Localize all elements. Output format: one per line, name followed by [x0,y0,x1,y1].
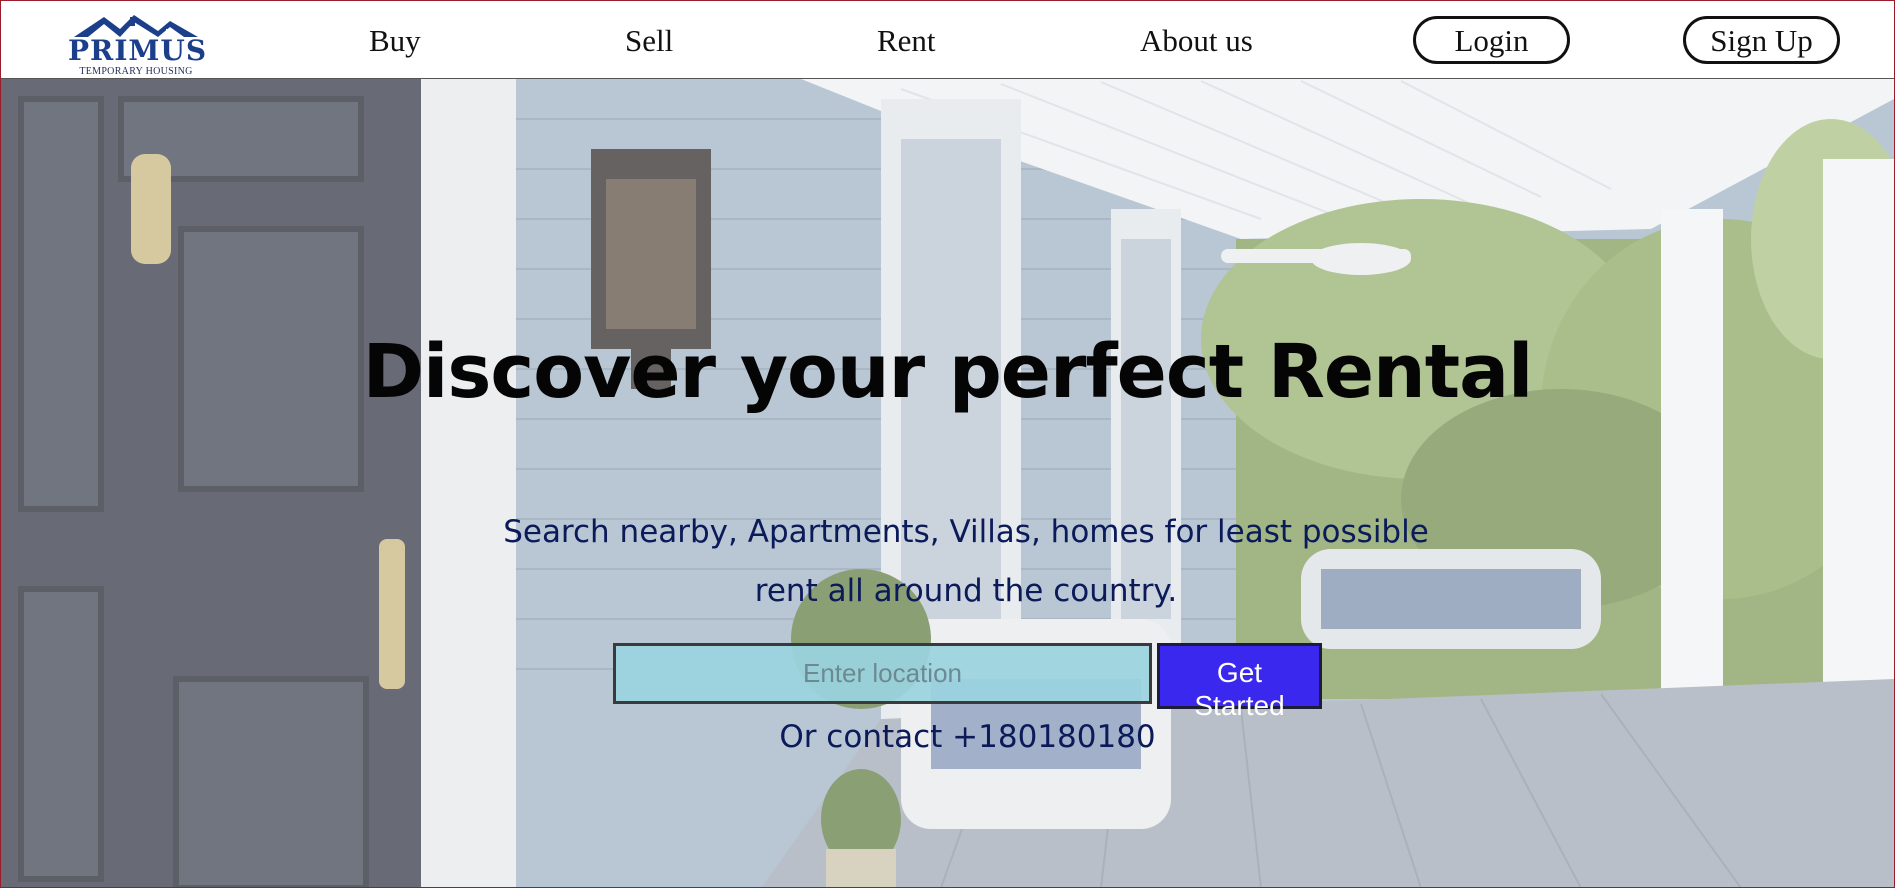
contact-phone: Or contact +180180180 [779,719,1156,755]
hero-subtitle-line-2: rent all around the country. [754,573,1178,609]
hero-overlay [1,79,1894,887]
nav-link-rent[interactable]: Rent [877,21,936,61]
nav-link-about-us[interactable]: About us [1140,21,1253,61]
hero-section: Discover your perfect Rental Search near… [1,79,1894,887]
hero-title: Discover your perfect Rental [362,329,1534,415]
logo-tagline: TEMPORARY HOUSING [79,66,193,77]
nav-link-buy[interactable]: Buy [369,21,421,61]
page-frame: PRIMUS TEMPORARY HOUSING Buy Sell Rent A… [0,0,1895,888]
nav-link-sell[interactable]: Sell [625,21,673,61]
hero-subtitle: Search nearby, Apartments, Villas, homes… [491,503,1441,621]
hero-subtitle-line-1: Search nearby, Apartments, Villas, homes… [503,514,1429,550]
signup-button[interactable]: Sign Up [1683,16,1840,64]
location-search-input[interactable] [613,643,1152,704]
top-navbar: PRIMUS TEMPORARY HOUSING Buy Sell Rent A… [1,1,1894,79]
brand-logo[interactable]: PRIMUS TEMPORARY HOUSING [68,13,208,77]
get-started-button[interactable]: Get Started [1157,643,1322,721]
logo-wordmark: PRIMUS [68,34,208,67]
login-button[interactable]: Login [1413,16,1570,64]
